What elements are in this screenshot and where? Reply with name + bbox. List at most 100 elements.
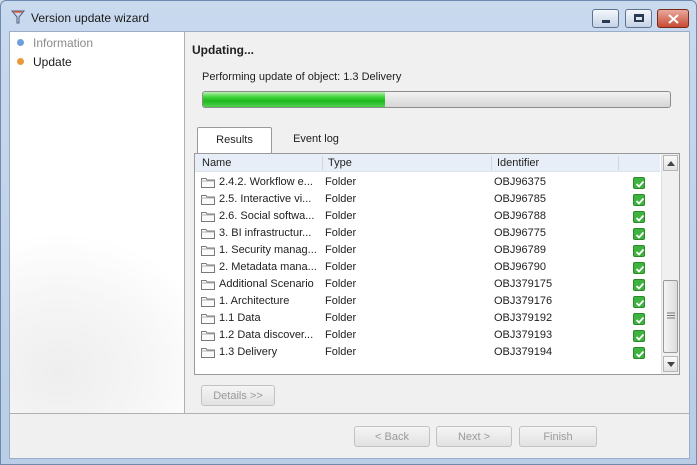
cell-identifier: OBJ379176 bbox=[494, 295, 553, 307]
window-title: Version update wizard bbox=[31, 11, 150, 25]
title-bar[interactable]: Version update wizard bbox=[1, 1, 696, 31]
folder-icon bbox=[201, 314, 215, 324]
step-label: Information bbox=[33, 36, 94, 50]
success-check-icon bbox=[633, 330, 645, 342]
progress-bar bbox=[202, 91, 671, 108]
cell-name: 2. Metadata mana... bbox=[219, 261, 317, 273]
table-header: Name Type Identifier bbox=[195, 154, 660, 172]
cell-name: 2.4.2. Workflow e... bbox=[219, 176, 313, 188]
folder-icon bbox=[201, 348, 215, 358]
cell-type: Folder bbox=[325, 312, 357, 324]
cell-identifier: OBJ379175 bbox=[494, 278, 553, 290]
success-check-icon bbox=[633, 279, 645, 291]
table-row[interactable]: 1.3 Delivery Folder OBJ379194 bbox=[195, 344, 660, 361]
cell-type: Folder bbox=[325, 329, 357, 341]
cell-identifier: OBJ379192 bbox=[494, 312, 553, 324]
table-row[interactable]: 2.6. Social softwa... Folder OBJ96788 bbox=[195, 208, 660, 225]
cell-name: 1.1 Data bbox=[219, 312, 261, 324]
cell-identifier: OBJ96788 bbox=[494, 210, 546, 222]
sidebar-background bbox=[10, 232, 184, 413]
folder-icon bbox=[201, 212, 215, 222]
step-done-bullet-icon bbox=[17, 39, 24, 46]
cell-name: 1. Architecture bbox=[219, 295, 290, 307]
scroll-up-button[interactable] bbox=[663, 155, 678, 171]
cell-name: 1.3 Delivery bbox=[219, 346, 278, 358]
success-check-icon bbox=[633, 177, 645, 189]
minimize-icon bbox=[602, 20, 610, 23]
table-row[interactable]: 1. Security manag... Folder OBJ96789 bbox=[195, 242, 660, 259]
cell-identifier: OBJ96375 bbox=[494, 176, 546, 188]
results-table: Name Type Identifier 2.4.2. Workflow e..… bbox=[194, 153, 680, 375]
column-header-type[interactable]: Type bbox=[328, 157, 352, 169]
cell-identifier: OBJ96775 bbox=[494, 227, 546, 239]
cell-type: Folder bbox=[325, 346, 357, 358]
close-button[interactable] bbox=[657, 9, 689, 28]
success-check-icon bbox=[633, 313, 645, 325]
tab-event-log[interactable]: Event log bbox=[281, 127, 351, 152]
cell-type: Folder bbox=[325, 278, 357, 290]
vertical-scrollbar[interactable] bbox=[661, 154, 679, 374]
cell-type: Folder bbox=[325, 193, 357, 205]
folder-icon bbox=[201, 229, 215, 239]
cell-type: Folder bbox=[325, 210, 357, 222]
table-row[interactable]: 2. Metadata mana... Folder OBJ96790 bbox=[195, 259, 660, 276]
folder-icon bbox=[201, 297, 215, 307]
cell-identifier: OBJ379194 bbox=[494, 346, 553, 358]
table-row[interactable]: 2.4.2. Workflow e... Folder OBJ96375 bbox=[195, 174, 660, 191]
table-row[interactable]: 1.2 Data discover... Folder OBJ379193 bbox=[195, 327, 660, 344]
tab-results[interactable]: Results bbox=[197, 127, 272, 153]
cell-identifier: OBJ96785 bbox=[494, 193, 546, 205]
step-current-bullet-icon bbox=[17, 58, 24, 65]
success-check-icon bbox=[633, 296, 645, 308]
table-row[interactable]: 1. Architecture Folder OBJ379176 bbox=[195, 293, 660, 310]
success-check-icon bbox=[633, 245, 645, 257]
cell-type: Folder bbox=[325, 244, 357, 256]
wizard-body: Information Update Updating... Performin… bbox=[9, 31, 690, 459]
scroll-down-button[interactable] bbox=[663, 356, 678, 372]
cell-type: Folder bbox=[325, 227, 357, 239]
column-header-name[interactable]: Name bbox=[202, 157, 231, 169]
success-check-icon bbox=[633, 211, 645, 223]
folder-icon bbox=[201, 331, 215, 341]
cell-identifier: OBJ96789 bbox=[494, 244, 546, 256]
maximize-icon bbox=[634, 14, 644, 22]
arrow-up-icon bbox=[667, 161, 675, 166]
next-button[interactable]: Next > bbox=[436, 426, 512, 447]
folder-icon bbox=[201, 195, 215, 205]
step-label: Update bbox=[33, 55, 72, 69]
finish-button[interactable]: Finish bbox=[519, 426, 597, 447]
success-check-icon bbox=[633, 194, 645, 206]
column-divider[interactable] bbox=[491, 156, 492, 170]
cell-name: 2.5. Interactive vi... bbox=[219, 193, 312, 205]
page-heading: Updating... bbox=[192, 43, 254, 57]
folder-icon bbox=[201, 246, 215, 256]
footer-divider bbox=[10, 413, 689, 414]
column-divider[interactable] bbox=[618, 156, 619, 170]
scroll-thumb[interactable] bbox=[663, 280, 678, 353]
cell-name: Additional Scenario bbox=[219, 278, 314, 290]
table-row[interactable]: Additional Scenario Folder OBJ379175 bbox=[195, 276, 660, 293]
grip-icon bbox=[667, 312, 675, 319]
success-check-icon bbox=[633, 228, 645, 240]
arrow-down-icon bbox=[667, 362, 675, 367]
details-button[interactable]: Details >> bbox=[201, 385, 275, 406]
progress-fill bbox=[203, 92, 386, 107]
cell-name: 3. BI infrastructur... bbox=[219, 227, 312, 239]
maximize-button[interactable] bbox=[625, 9, 652, 28]
table-row[interactable]: 2.5. Interactive vi... Folder OBJ96785 bbox=[195, 191, 660, 208]
folder-icon bbox=[201, 280, 215, 290]
folder-icon bbox=[201, 178, 215, 188]
minimize-button[interactable] bbox=[592, 9, 619, 28]
table-row[interactable]: 1.1 Data Folder OBJ379192 bbox=[195, 310, 660, 327]
success-check-icon bbox=[633, 262, 645, 274]
cell-type: Folder bbox=[325, 176, 357, 188]
close-icon bbox=[668, 14, 679, 24]
back-button[interactable]: < Back bbox=[354, 426, 430, 447]
column-header-identifier[interactable]: Identifier bbox=[497, 157, 539, 169]
table-row[interactable]: 3. BI infrastructur... Folder OBJ96775 bbox=[195, 225, 660, 242]
wizard-icon bbox=[10, 10, 26, 24]
column-divider[interactable] bbox=[322, 156, 323, 170]
folder-icon bbox=[201, 263, 215, 273]
cell-name: 2.6. Social softwa... bbox=[219, 210, 315, 222]
cell-identifier: OBJ96790 bbox=[494, 261, 546, 273]
